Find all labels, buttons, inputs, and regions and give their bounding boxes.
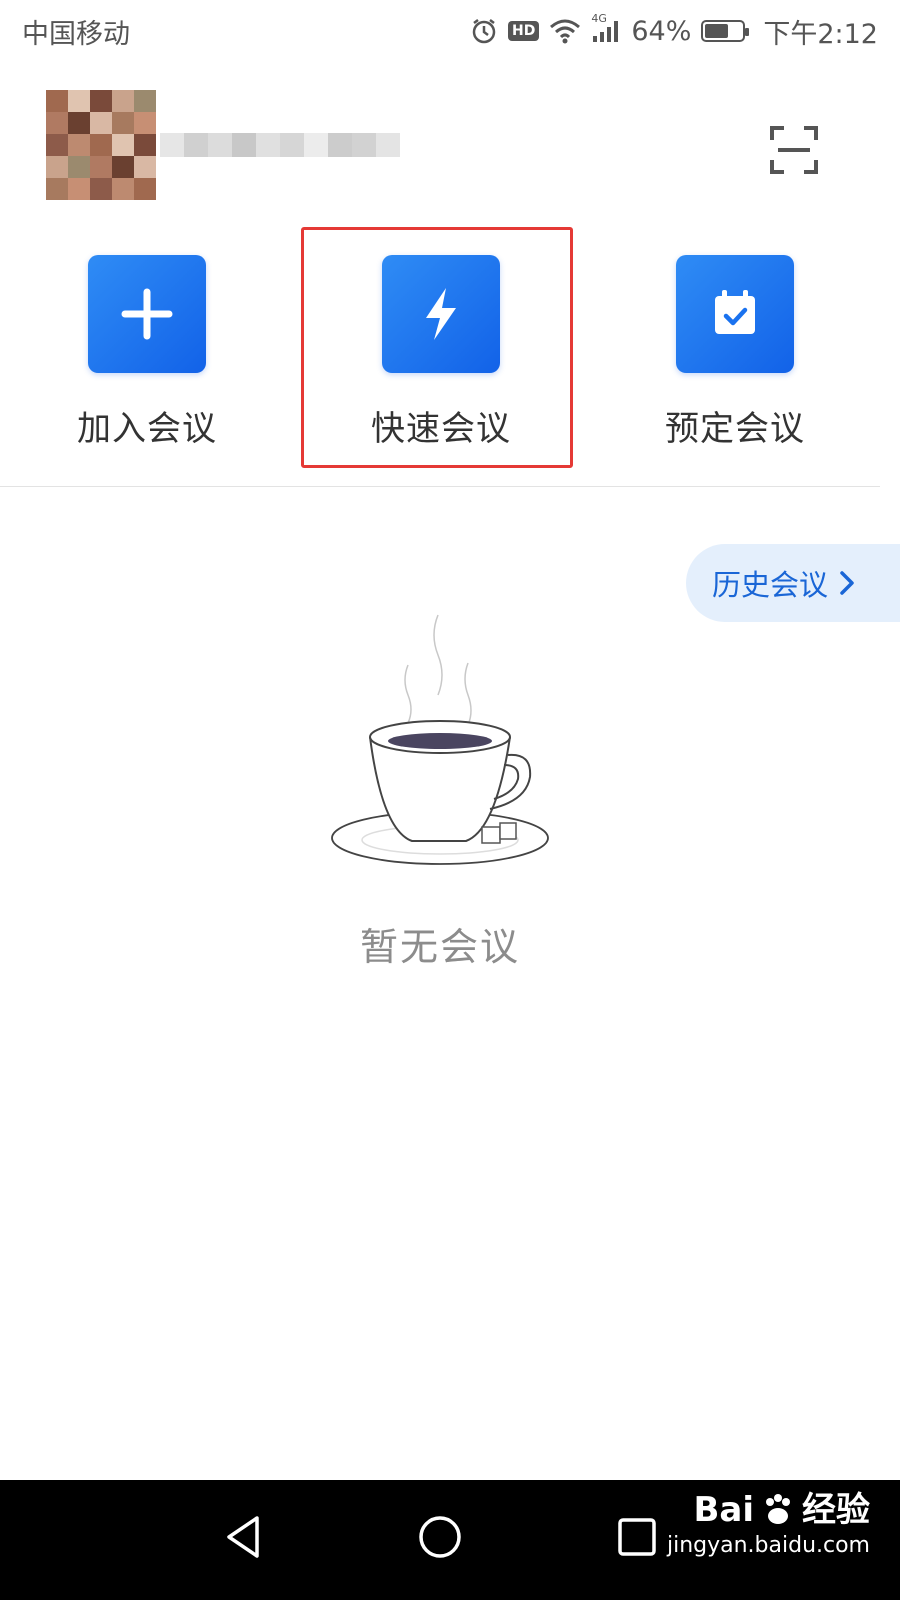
watermark-brand: Bai	[693, 1490, 754, 1530]
battery-icon	[701, 20, 750, 42]
chevron-right-icon	[838, 569, 856, 597]
recents-square-icon[interactable]	[602, 1502, 672, 1572]
battery-percent: 64%	[631, 15, 692, 47]
avatar-pixel	[134, 90, 156, 112]
history-meetings-label: 历史会议	[712, 568, 829, 602]
avatar-pixel	[46, 112, 68, 134]
empty-state-text: 暂无会议	[359, 925, 520, 969]
paw-icon	[766, 1494, 790, 1524]
username-blur-block	[280, 133, 304, 157]
username-blur-block	[160, 133, 184, 157]
quick-actions: 加入会议 快速会议 预定会议	[0, 225, 880, 485]
divider	[0, 486, 880, 487]
avatar-pixel	[90, 90, 112, 112]
watermark-url: jingyan.baidu.com	[666, 1533, 870, 1558]
plus-icon	[88, 255, 206, 373]
network-type: 4G	[591, 12, 607, 25]
watermark-brand-cn: 经验	[802, 1490, 870, 1530]
avatar-pixel	[90, 178, 112, 200]
profile-header[interactable]	[46, 90, 400, 200]
scan-icon[interactable]	[766, 122, 822, 178]
join-meeting-label: 加入会议	[77, 409, 217, 449]
username-blur-block	[256, 133, 280, 157]
avatar-pixel	[68, 156, 90, 178]
alarm-icon	[470, 17, 498, 45]
schedule-meeting-button[interactable]: 预定会议	[635, 255, 835, 450]
clock: 下午2:12	[763, 18, 878, 50]
hd-badge: HD	[508, 21, 540, 41]
avatar-pixel	[134, 134, 156, 156]
calendar-check-icon	[676, 255, 794, 373]
back-triangle-icon[interactable]	[208, 1502, 278, 1572]
avatar-pixel	[134, 112, 156, 134]
baidu-watermark: Bai 经验 jingyan.baidu.com	[667, 1488, 870, 1560]
avatar[interactable]	[46, 90, 156, 200]
signal-icon: 4G	[591, 12, 621, 44]
avatar-pixel	[112, 112, 134, 134]
history-meetings-button[interactable]: 历史会议	[686, 544, 900, 622]
join-meeting-button[interactable]: 加入会议	[47, 255, 247, 450]
highlight-annotation	[301, 227, 573, 468]
avatar-pixel	[68, 134, 90, 156]
avatar-pixel	[134, 156, 156, 178]
status-bar: 中国移动 HD 4G 64% 下午2:12	[0, 0, 900, 62]
avatar-pixel	[90, 134, 112, 156]
avatar-pixel	[68, 178, 90, 200]
username-blur-block	[232, 133, 256, 157]
avatar-pixel	[112, 156, 134, 178]
baidu-logo: Bai 经验	[667, 1488, 870, 1532]
wifi-icon	[549, 18, 581, 44]
carrier-label: 中国移动	[22, 18, 130, 50]
coffee-cup-icon	[320, 605, 560, 875]
username-blur-block	[328, 133, 352, 157]
username-blur-block	[208, 133, 232, 157]
avatar-pixel	[68, 90, 90, 112]
home-circle-icon[interactable]	[405, 1502, 475, 1572]
avatar-pixel	[134, 178, 156, 200]
username-blur-block	[376, 133, 400, 157]
avatar-pixel	[112, 134, 134, 156]
status-icons: HD 4G 64% 下午2:12	[470, 12, 878, 51]
schedule-meeting-label: 预定会议	[665, 409, 805, 449]
avatar-pixel	[68, 112, 90, 134]
navigation-bar: Bai 经验 jingyan.baidu.com	[0, 1480, 900, 1600]
avatar-pixel	[46, 90, 68, 112]
username-blur-block	[352, 133, 376, 157]
username-blur-block	[184, 133, 208, 157]
avatar-pixel	[90, 112, 112, 134]
username-blurred	[160, 133, 400, 157]
username-blur-block	[304, 133, 328, 157]
avatar-pixel	[46, 156, 68, 178]
avatar-pixel	[90, 156, 112, 178]
avatar-pixel	[46, 178, 68, 200]
avatar-pixel	[112, 178, 134, 200]
avatar-pixel	[112, 90, 134, 112]
avatar-pixel	[46, 134, 68, 156]
